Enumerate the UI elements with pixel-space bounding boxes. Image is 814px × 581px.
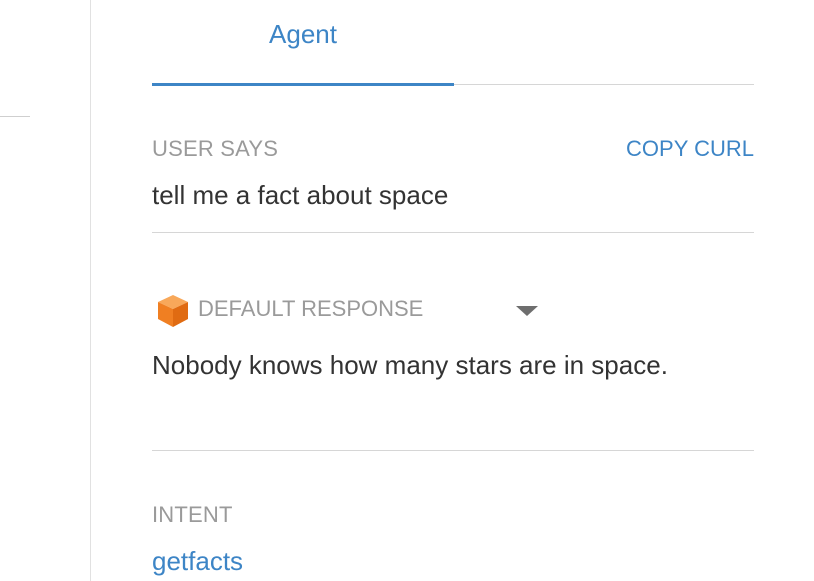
agent-test-panel: Agent USER SAYS COPY CURL tell me a fact…	[0, 0, 814, 581]
tab-active-indicator	[152, 83, 454, 86]
default-response-label: DEFAULT RESPONSE	[198, 296, 424, 321]
user-query-text: tell me a fact about space	[152, 180, 449, 210]
divider	[152, 450, 754, 451]
response-text: Nobody knows how many stars are in space…	[152, 350, 668, 380]
copy-curl-button[interactable]: COPY CURL	[626, 136, 754, 162]
response-header: DEFAULT RESPONSE	[152, 290, 552, 330]
user-says-label: USER SAYS	[152, 136, 279, 161]
left-rail-divider	[0, 116, 30, 117]
intent-link[interactable]: getfacts	[152, 546, 243, 577]
tab-agent[interactable]: Agent	[152, 14, 454, 54]
cube-icon	[158, 295, 188, 327]
left-rail	[0, 0, 91, 581]
divider	[152, 232, 754, 233]
intent-label: INTENT	[152, 502, 233, 527]
chevron-down-icon[interactable]	[516, 306, 538, 316]
